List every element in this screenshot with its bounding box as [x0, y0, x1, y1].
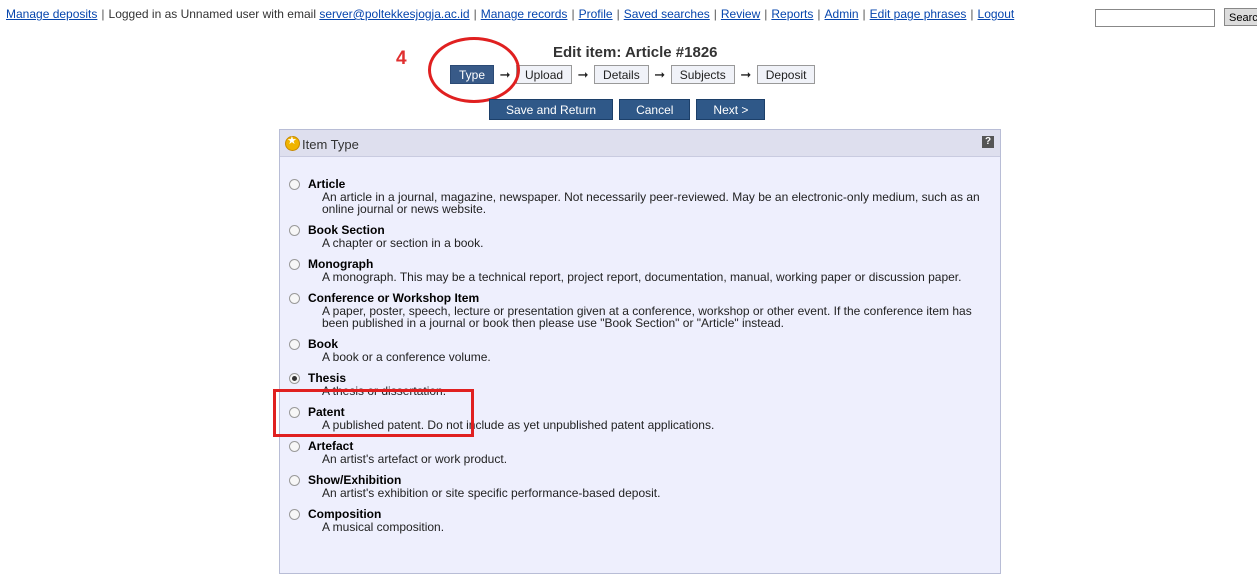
- arrow-icon: ➞: [654, 66, 666, 82]
- logout-link[interactable]: Logout: [978, 7, 1015, 21]
- item-type-option[interactable]: Artefact An artist's artefact or work pro…: [288, 440, 988, 465]
- edit-page-phrases-link[interactable]: Edit page phrases: [870, 7, 967, 21]
- radio-button[interactable]: [289, 441, 300, 452]
- panel-title: Item Type: [302, 137, 359, 152]
- saved-searches-link[interactable]: Saved searches: [624, 7, 710, 21]
- item-type-description: A monograph. This may be a technical rep…: [322, 270, 962, 284]
- manage-records-link[interactable]: Manage records: [481, 7, 568, 21]
- step-deposit[interactable]: Deposit: [756, 65, 816, 84]
- item-type-option[interactable]: Book A book or a conference volume.: [288, 338, 988, 363]
- manage-deposits-link[interactable]: Manage deposits: [6, 7, 97, 21]
- step-upload[interactable]: Upload: [516, 65, 573, 84]
- radio-button[interactable]: [289, 225, 300, 236]
- item-type-panel: Item Type ? ArticleAn article in a journ…: [279, 129, 1001, 574]
- item-type-option[interactable]: Book Section A chapter or section in a bo…: [288, 224, 988, 249]
- item-type-option[interactable]: Conference or Workshop Item A paper, post…: [288, 292, 988, 329]
- page-title: Edit item: Article #1826: [553, 44, 718, 61]
- step-subjects[interactable]: Subjects: [670, 65, 735, 84]
- radio-button[interactable]: [289, 259, 300, 270]
- item-type-options: Article An article in a journal, magazine…: [288, 178, 988, 542]
- step-details[interactable]: Details: [594, 65, 649, 84]
- item-type-description: An article in a journal, magazine, newsp…: [322, 190, 980, 216]
- item-type-option[interactable]: Composition A musical composition.: [288, 508, 988, 533]
- arrow-icon: ➞: [577, 66, 589, 82]
- help-icon[interactable]: ?: [982, 136, 994, 148]
- radio-button[interactable]: [289, 509, 300, 520]
- radio-button[interactable]: [289, 179, 300, 190]
- logged-in-text: Logged in as Unnamed user with email: [108, 7, 316, 21]
- item-type-option[interactable]: Monograph A monograph. This may be a tech…: [288, 258, 988, 283]
- action-buttons: Save and Return Cancel Next >: [489, 99, 766, 120]
- review-link[interactable]: Review: [721, 7, 760, 21]
- item-type-description: A paper, poster, speech, lecture or pres…: [322, 304, 972, 330]
- admin-link[interactable]: Admin: [825, 7, 859, 21]
- item-type-option[interactable]: Show/Exhibition An artist's exhibition or…: [288, 474, 988, 499]
- reports-link[interactable]: Reports: [771, 7, 813, 21]
- item-type-option[interactable]: Article An article in a journal, magazine…: [288, 178, 988, 215]
- profile-link[interactable]: Profile: [579, 7, 613, 21]
- radio-button[interactable]: [289, 373, 300, 384]
- item-type-description: A chapter or section in a book.: [322, 236, 484, 250]
- item-type-description: An artist's exhibition or site specific …: [322, 486, 661, 500]
- save-and-return-button[interactable]: Save and Return: [489, 99, 614, 120]
- highlight-box: [273, 389, 474, 437]
- search-button[interactable]: Search: [1224, 8, 1257, 26]
- cancel-button[interactable]: Cancel: [619, 99, 691, 120]
- radio-button[interactable]: [289, 339, 300, 350]
- radio-button[interactable]: [289, 293, 300, 304]
- item-type-description: A musical composition.: [322, 520, 445, 534]
- item-type-description: A book or a conference volume.: [322, 350, 491, 364]
- panel-header: Item Type ?: [280, 130, 1000, 157]
- radio-button[interactable]: [289, 475, 300, 486]
- annotation-step-number: 4: [396, 48, 407, 69]
- highlight-circle: [428, 37, 520, 103]
- search-input[interactable]: [1095, 9, 1215, 27]
- next-button[interactable]: Next >: [696, 99, 766, 120]
- arrow-icon: ➞: [740, 66, 752, 82]
- item-type-description: An artist's artefact or work product.: [322, 452, 508, 466]
- user-email-link[interactable]: server@poltekkesjogja.ac.id: [319, 7, 469, 21]
- star-icon: [285, 134, 300, 151]
- top-nav-bar: Manage deposits | Logged in as Unnamed use…: [6, 7, 1015, 21]
